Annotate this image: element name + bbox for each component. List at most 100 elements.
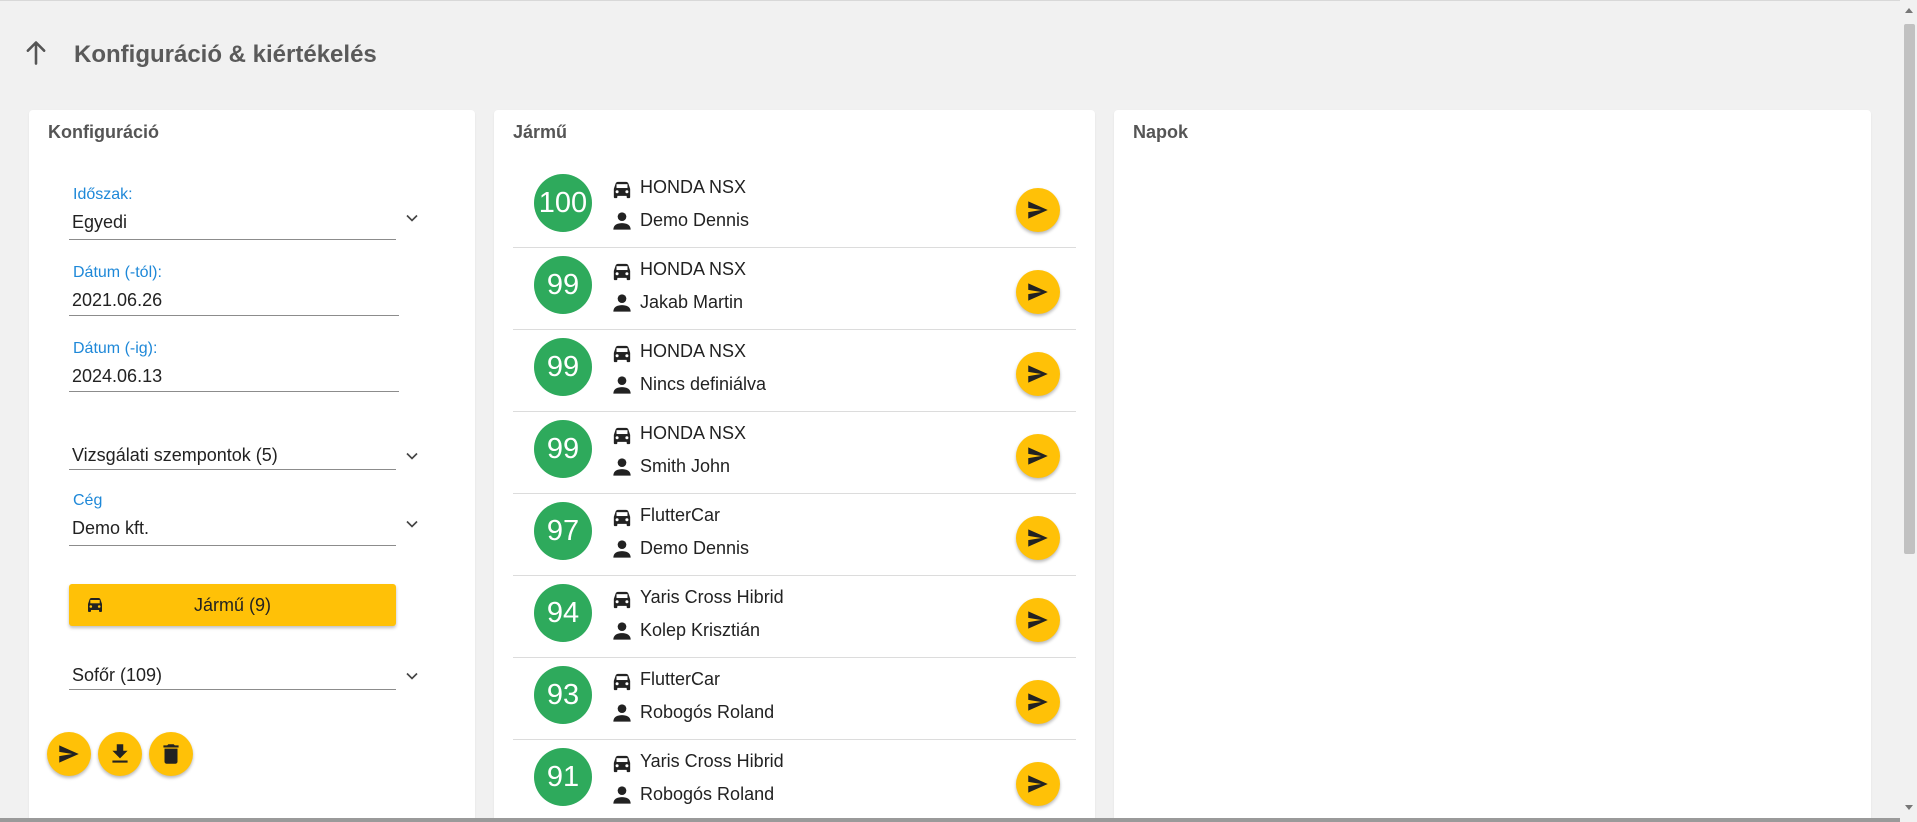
date-from-field[interactable]: Dátum (-tól): 2021.06.26 [69, 254, 427, 316]
person-icon [613, 540, 631, 558]
vehicle-name: Yaris Cross Hibrid [640, 751, 784, 771]
car-icon [613, 427, 631, 445]
person-icon [613, 294, 631, 312]
car-icon [613, 755, 631, 773]
send-button[interactable] [47, 732, 91, 776]
person-icon [613, 212, 631, 230]
driver-name: Nincs definiálva [640, 374, 767, 394]
chevron-down-icon [406, 452, 418, 460]
vehicle-name: HONDA NSX [640, 259, 747, 279]
vehicle-list-item[interactable]: 99 HONDA NSX Jakab Martin [513, 248, 1076, 330]
vehicle-send-button[interactable] [1016, 598, 1060, 642]
send-icon [1028, 283, 1048, 301]
vehicle-name: FlutterCar [640, 505, 721, 525]
date-to-field[interactable]: Dátum (-ig): 2024.06.13 [69, 330, 427, 392]
date-to-underline [69, 391, 399, 392]
person-icon [613, 458, 631, 476]
vehicle-list-item[interactable]: 100 HONDA NSX Demo Dennis [513, 166, 1076, 248]
score-badge: 99 [534, 256, 592, 314]
vehicle-name: Yaris Cross Hibrid [640, 587, 784, 607]
scroll-down-icon[interactable] [1904, 804, 1914, 812]
send-icon [1028, 693, 1048, 711]
delete-button[interactable] [149, 732, 193, 776]
vehicle-send-button[interactable] [1016, 762, 1060, 806]
driver-value: Sofőr (109) [72, 665, 163, 685]
page-title: Konfiguráció & kiértékelés [74, 41, 377, 68]
vehicle-name: HONDA NSX [640, 341, 747, 361]
send-icon [1028, 529, 1048, 547]
download-button[interactable] [98, 732, 142, 776]
driver-select[interactable]: Sofőr (109) [69, 650, 427, 690]
driver-name: Demo Dennis [640, 538, 750, 558]
vehicle-list-item[interactable]: 93 FlutterCar Robogós Roland [513, 658, 1076, 740]
company-underline [69, 545, 396, 546]
trash-icon [163, 744, 179, 764]
bottom-border [0, 818, 1900, 822]
scrollbar-thumb[interactable] [1904, 24, 1915, 554]
company-label: Cég [73, 492, 103, 509]
vehicle-name: HONDA NSX [640, 423, 747, 443]
score-badge: 100 [534, 174, 592, 232]
date-from-value: 2021.06.26 [72, 290, 163, 310]
vehicle-name: FlutterCar [640, 669, 721, 689]
vehicle-list-item[interactable]: 99 HONDA NSX Smith John [513, 412, 1076, 494]
vehicle-list: 100 HONDA NSX Demo Dennis 99 HONDA NSX Jakab … [513, 166, 1076, 822]
company-value: Demo kft. [72, 518, 150, 538]
car-icon [613, 181, 631, 199]
send-icon [1028, 447, 1048, 465]
config-card: Konfiguráció Időszak: Egyedi Dátum (-tól… [29, 110, 475, 822]
criteria-select[interactable]: Vizsgálati szempontok (5) [69, 430, 427, 470]
criteria-underline [69, 469, 396, 470]
driver-name: Smith John [640, 456, 731, 476]
vehicle-card: Jármű 100 HONDA NSX Demo Dennis 99 HONDA NSX… [494, 110, 1095, 822]
vehicle-list-item[interactable]: 91 Yaris Cross Hibrid Robogós Roland [513, 740, 1076, 822]
period-underline [69, 239, 396, 240]
chevron-down-icon [406, 672, 418, 680]
driver-name: Robogós Roland [640, 702, 775, 722]
top-border [0, 0, 1900, 1]
car-icon [613, 345, 631, 363]
person-icon [613, 376, 631, 394]
chevron-down-icon [406, 214, 418, 222]
car-icon [613, 591, 631, 609]
vehicle-send-button[interactable] [1016, 188, 1060, 232]
send-icon [1028, 201, 1048, 219]
driver-name: Demo Dennis [640, 210, 750, 230]
date-from-underline [69, 315, 399, 316]
arrow-up-icon[interactable] [22, 39, 50, 72]
score-badge: 97 [534, 502, 592, 560]
score-badge: 99 [534, 338, 592, 396]
date-from-label: Dátum (-tól): [73, 264, 162, 281]
vehicle-send-button[interactable] [1016, 270, 1060, 314]
score-badge: 99 [534, 420, 592, 478]
vehicle-send-button[interactable] [1016, 680, 1060, 724]
period-select[interactable]: Időszak: Egyedi [69, 176, 427, 240]
send-icon [1028, 611, 1048, 629]
send-icon [1028, 775, 1048, 793]
person-icon [613, 786, 631, 804]
criteria-value: Vizsgálati szempontok (5) [72, 445, 278, 465]
vehicle-select-button[interactable]: Jármű (9) [69, 584, 396, 626]
vehicle-list-item[interactable]: 99 HONDA NSX Nincs definiálva [513, 330, 1076, 412]
config-card-title: Konfiguráció [48, 122, 159, 142]
person-icon [613, 704, 631, 722]
period-label: Időszak: [73, 186, 133, 203]
driver-name: Kolep Krisztián [640, 620, 761, 640]
download-icon [112, 744, 128, 763]
vehicle-list-item[interactable]: 97 FlutterCar Demo Dennis [513, 494, 1076, 576]
vehicle-select-label: Jármű (9) [193, 595, 271, 615]
send-icon [1028, 365, 1048, 383]
vehicle-send-button[interactable] [1016, 434, 1060, 478]
scroll-up-icon[interactable] [1904, 6, 1914, 14]
period-value: Egyedi [72, 212, 128, 232]
company-select[interactable]: Cég Demo kft. [69, 480, 427, 546]
vehicle-list-item[interactable]: 94 Yaris Cross Hibrid Kolep Krisztián [513, 576, 1076, 658]
vehicle-send-button[interactable] [1016, 516, 1060, 560]
car-icon [613, 673, 631, 691]
date-to-value: 2024.06.13 [72, 366, 163, 386]
driver-name: Robogós Roland [640, 784, 775, 804]
score-badge: 94 [534, 584, 592, 642]
driver-name: Jakab Martin [640, 292, 744, 312]
car-icon [613, 263, 631, 281]
vehicle-send-button[interactable] [1016, 352, 1060, 396]
